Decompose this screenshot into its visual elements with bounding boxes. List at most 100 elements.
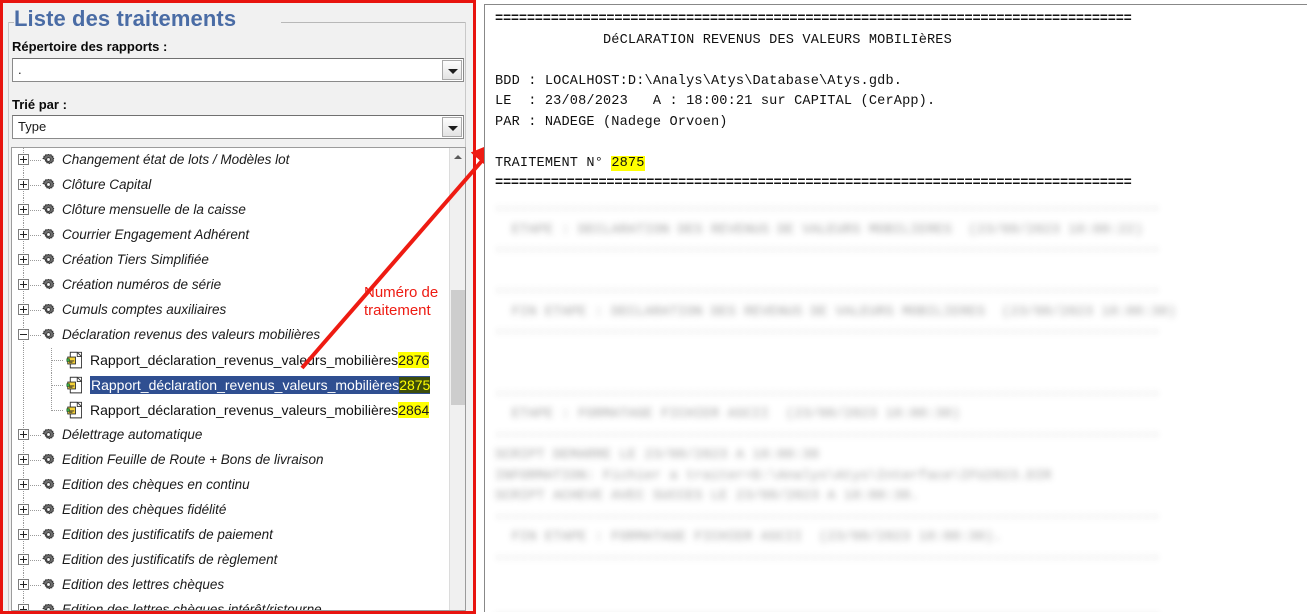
tree-node[interactable]: Délettrage automatique	[12, 423, 450, 448]
report-document-icon	[66, 351, 85, 370]
report-number: 2876	[398, 352, 429, 368]
report-date-line: LE : 23/08/2023 A : 18:00:21 sur CAPITAL…	[495, 94, 935, 109]
expand-plus-icon[interactable]	[18, 579, 29, 590]
tree-node-label: Clôture mensuelle de la caisse	[62, 202, 246, 217]
report-name: Rapport_déclaration_revenus_valeurs_mobi…	[90, 352, 429, 368]
gear-icon	[40, 152, 57, 169]
tree-node[interactable]: Clôture mensuelle de la caisse	[12, 198, 450, 223]
expand-plus-icon[interactable]	[18, 154, 29, 165]
report-text: ========================================…	[485, 5, 1307, 108]
gear-icon	[40, 177, 57, 194]
tree-child[interactable]: Rapport_déclaration_revenus_valeurs_mobi…	[12, 398, 450, 423]
tree-node[interactable]: Edition des chèques en continu	[12, 473, 450, 498]
report-header-block: ========================================…	[495, 10, 1132, 195]
traitement-line: TRAITEMENT N° 2875	[495, 156, 645, 171]
scroll-up-arrow-icon[interactable]	[450, 148, 465, 165]
tree-node[interactable]: Edition des chèques fidélité	[12, 498, 450, 523]
annotation-label: Numéro de traitement	[364, 284, 438, 320]
expand-plus-icon[interactable]	[18, 254, 29, 265]
report-title: DéCLARATION REVENUS DES VALEURS MOBILIèR…	[603, 33, 952, 48]
tree-node-label: Changement état de lots / Modèles lot	[62, 152, 289, 167]
scrollbar-thumb[interactable]	[451, 290, 465, 405]
expand-plus-icon[interactable]	[18, 454, 29, 465]
collapse-minus-icon[interactable]	[18, 329, 29, 340]
expand-plus-icon[interactable]	[18, 529, 29, 540]
tree-node[interactable]: Edition des justificatifs de paiement	[12, 523, 450, 548]
report-bdd-line: BDD : LOCALHOST:D:\Analys\Atys\Database\…	[495, 74, 902, 89]
groupbox-rule-right	[281, 22, 466, 23]
tree-node[interactable]: Edition Feuille de Route + Bons de livra…	[12, 448, 450, 473]
gear-icon	[40, 277, 57, 294]
trie-par-label: Trié par :	[12, 97, 67, 112]
expand-plus-icon[interactable]	[18, 504, 29, 515]
tree-vertical-scrollbar[interactable]	[449, 148, 465, 610]
gear-icon	[40, 552, 57, 569]
tree-node[interactable]: Changement état de lots / Modèles lot	[12, 148, 450, 173]
tree-guide-dots	[52, 410, 64, 411]
repertoire-dropdown[interactable]: .	[12, 58, 464, 82]
tree-node[interactable]: Clôture Capital	[12, 173, 450, 198]
tree-guide-line	[23, 373, 24, 398]
tree-node[interactable]: Edition des lettres chèques intérêt/rist…	[12, 598, 450, 610]
gear-icon	[40, 477, 57, 494]
report-name: Rapport_déclaration_revenus_valeurs_mobi…	[90, 376, 430, 394]
tree-node-label: Edition Feuille de Route + Bons de livra…	[62, 452, 324, 467]
gear-icon	[40, 202, 57, 219]
tree-guide-line	[23, 398, 24, 423]
tree-node-label: Cumuls comptes auxiliaires	[62, 302, 226, 317]
trie-par-dropdown[interactable]: Type	[12, 115, 464, 139]
expand-plus-icon[interactable]	[18, 429, 29, 440]
gear-icon	[40, 452, 57, 469]
tree-guide-line	[23, 348, 24, 373]
tree-guide-dots	[52, 360, 64, 361]
report-document-icon	[66, 376, 85, 395]
expand-plus-icon[interactable]	[18, 279, 29, 290]
separator-top: ========================================…	[495, 12, 1132, 27]
chevron-down-icon[interactable]	[442, 117, 462, 137]
traitements-tree[interactable]: Changement état de lots / Modèles lot Clô…	[11, 147, 466, 611]
report-title-line: DéCLARATION REVENUS DES VALEURS MOBILIèR…	[495, 33, 952, 48]
tree-node-label: Délettrage automatique	[62, 427, 202, 442]
expand-plus-icon[interactable]	[18, 204, 29, 215]
report-number: 2864	[398, 402, 429, 418]
tree-child-selected[interactable]: Rapport_déclaration_revenus_valeurs_mobi…	[12, 373, 450, 398]
gear-icon	[40, 577, 57, 594]
trie-par-value: Type	[18, 119, 46, 134]
tree-node-label: Déclaration revenus des valeurs mobilièr…	[62, 327, 320, 342]
expand-plus-icon[interactable]	[18, 229, 29, 240]
traitement-label: TRAITEMENT N°	[495, 156, 611, 171]
gear-icon	[40, 427, 57, 444]
tree-node-label: Edition des chèques en continu	[62, 477, 250, 492]
groupbox-border-left	[8, 22, 9, 612]
expand-plus-icon[interactable]	[18, 479, 29, 490]
expand-plus-icon[interactable]	[18, 604, 29, 610]
expand-plus-icon[interactable]	[18, 304, 29, 315]
tree-node[interactable]: Création Tiers Simplifiée	[12, 248, 450, 273]
chevron-down-icon[interactable]	[442, 60, 462, 80]
tree-node[interactable]: Courrier Engagement Adhérent	[12, 223, 450, 248]
liste-des-traitements-panel: Liste des traitements Répertoire des rap…	[0, 0, 476, 614]
panel-inner: Liste des traitements Répertoire des rap…	[6, 4, 474, 614]
tree-child[interactable]: Rapport_déclaration_revenus_valeurs_mobi…	[12, 348, 450, 373]
report-user-line: PAR : NADEGE (Nadege Orvoen)	[495, 115, 728, 130]
report-viewer-panel: ========================================…	[484, 4, 1307, 612]
expand-plus-icon[interactable]	[18, 554, 29, 565]
tree-node-label: Edition des lettres chèques	[62, 577, 224, 592]
repertoire-value: .	[18, 62, 22, 77]
traitement-number: 2875	[611, 156, 644, 171]
gear-icon	[40, 502, 57, 519]
tree-node[interactable]: Edition des lettres chèques	[12, 573, 450, 598]
page-title: Liste des traitements	[14, 6, 236, 32]
gear-icon	[40, 227, 57, 244]
tree-node-label: Courrier Engagement Adhérent	[62, 227, 249, 242]
gear-icon	[40, 302, 57, 319]
tree-node[interactable]: Edition des justificatifs de règlement	[12, 548, 450, 573]
report-document-icon	[66, 401, 85, 420]
tree-node-label: Création numéros de série	[62, 277, 221, 292]
tree-node-label: Création Tiers Simplifiée	[62, 252, 209, 267]
tree-node-expanded[interactable]: Déclaration revenus des valeurs mobilièr…	[12, 323, 450, 348]
expand-plus-icon[interactable]	[18, 179, 29, 190]
annotation-line1: Numéro de	[364, 284, 438, 301]
gear-icon	[40, 527, 57, 544]
tree-guide-dots	[52, 385, 64, 386]
